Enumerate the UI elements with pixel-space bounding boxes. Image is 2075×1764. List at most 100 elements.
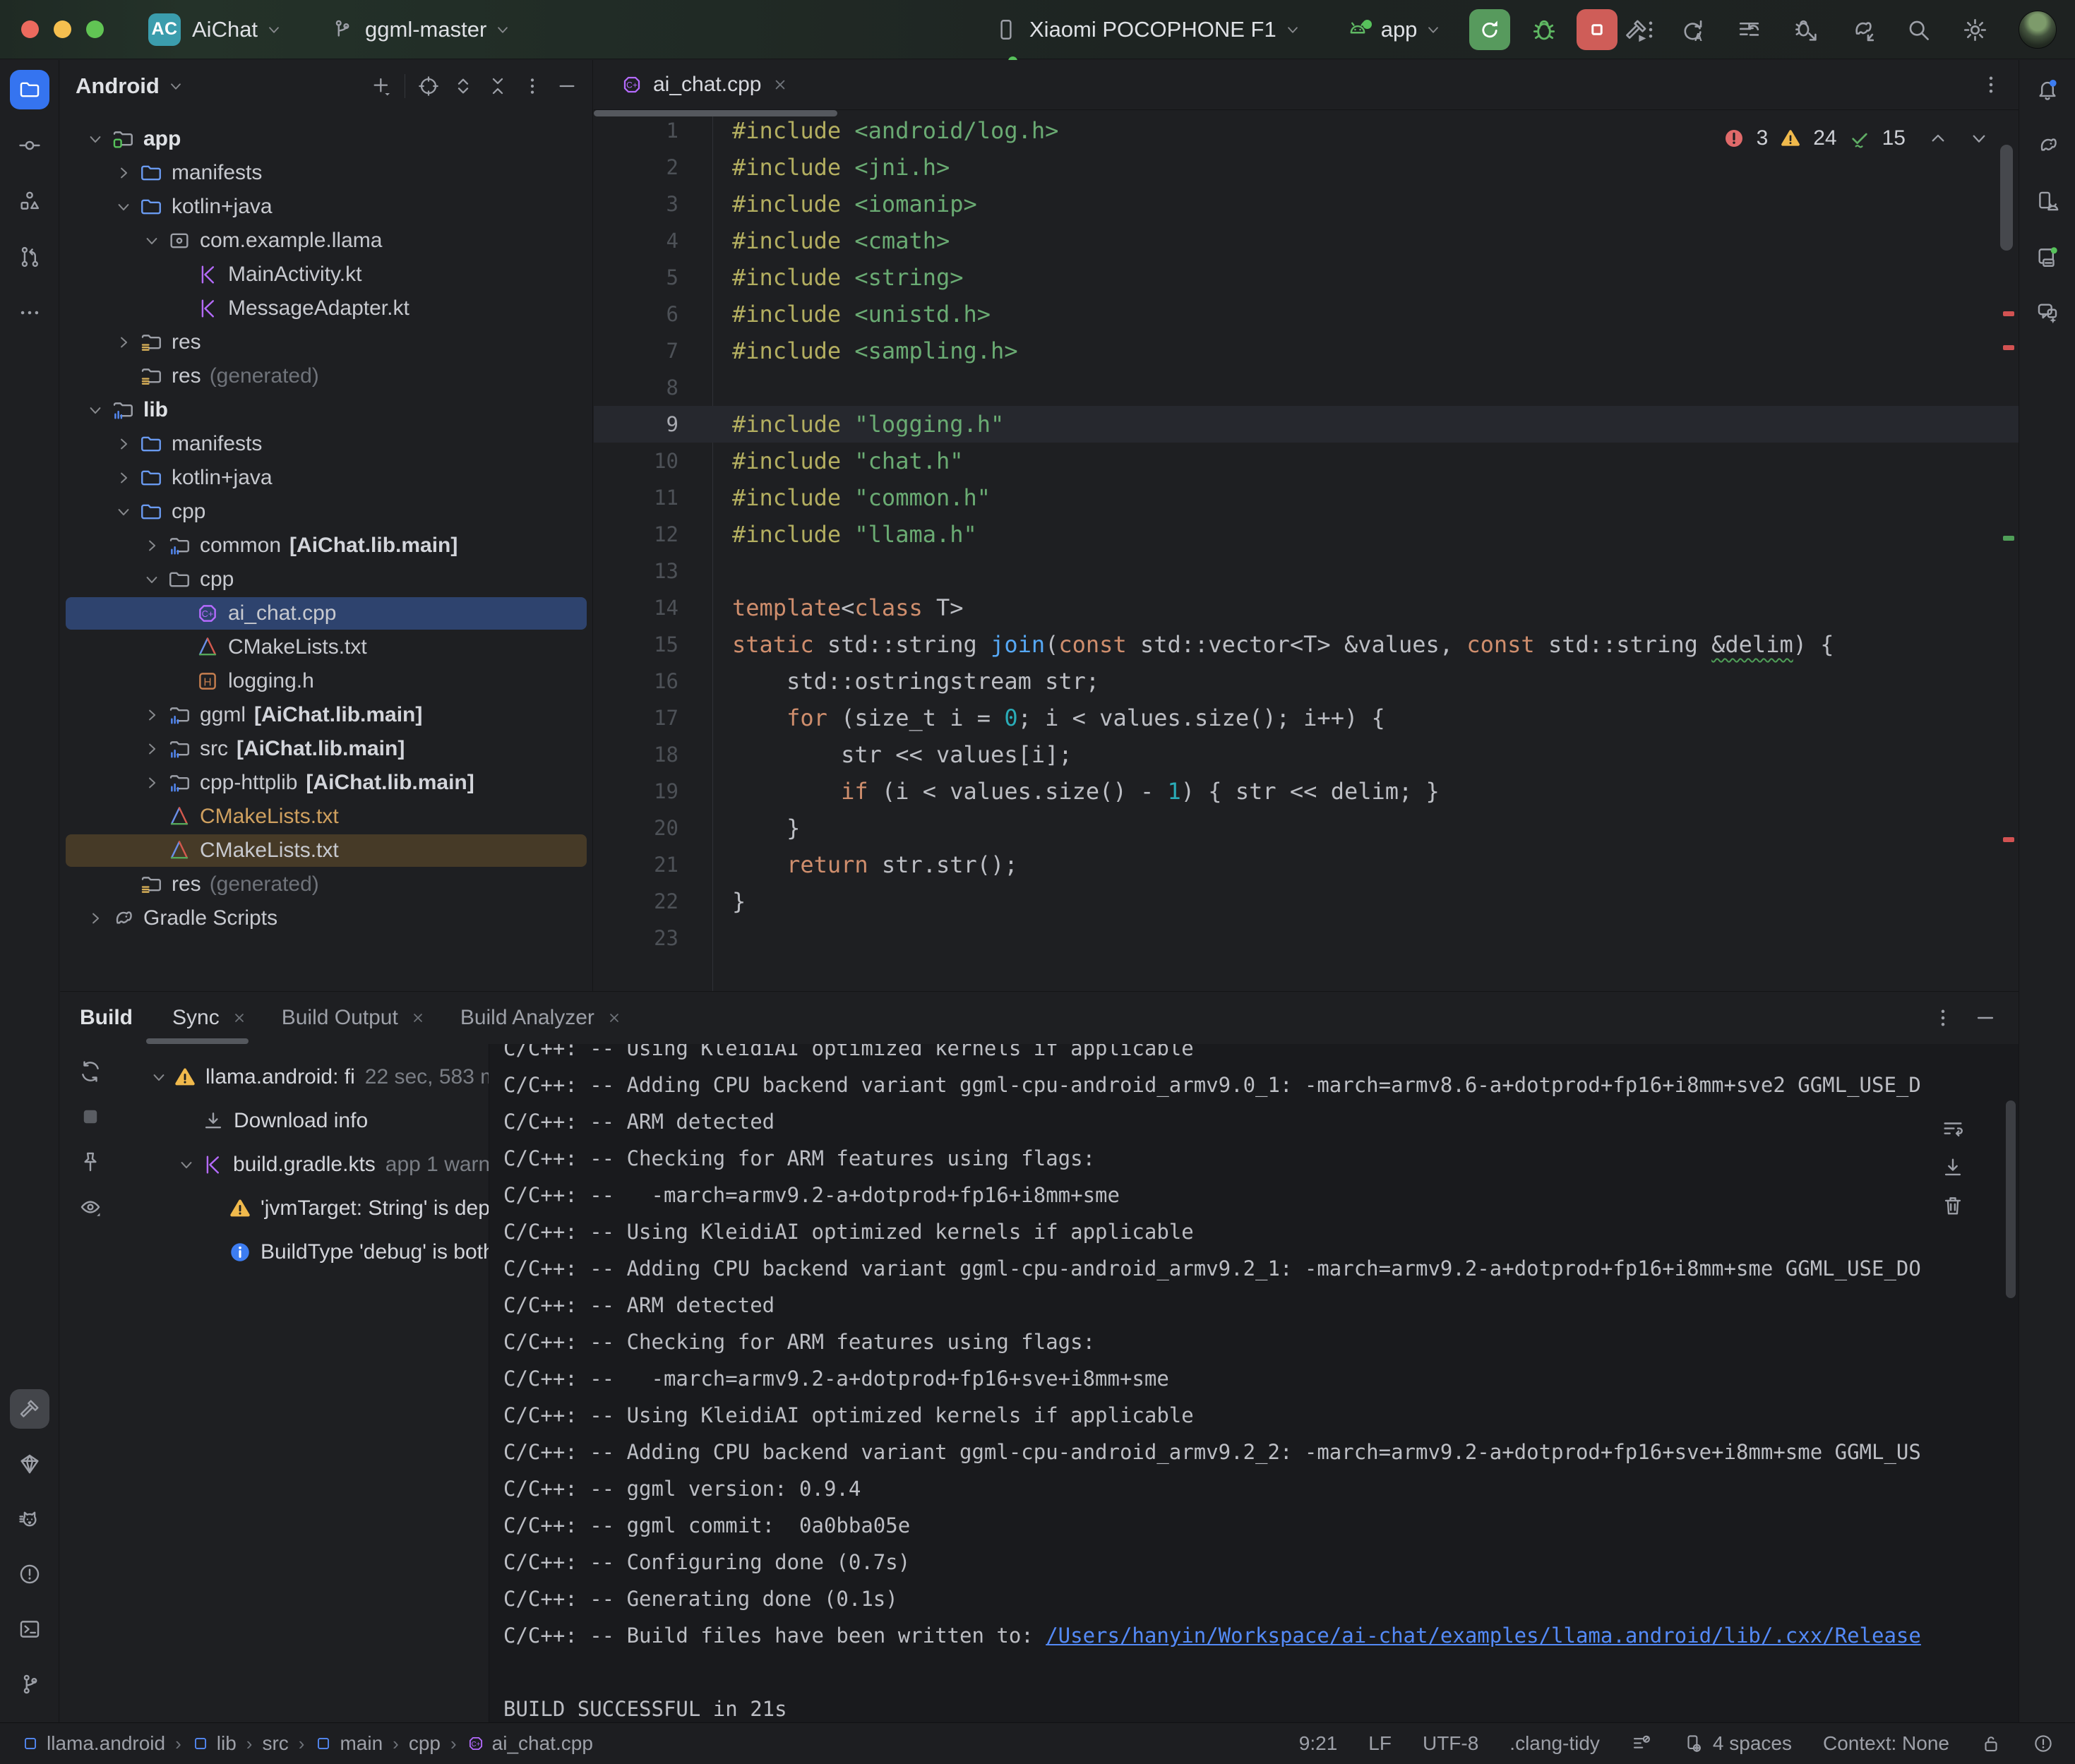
code-line-20[interactable]: 20 }	[594, 810, 2019, 846]
window-close-button[interactable]	[21, 20, 39, 38]
chevron-down-icon[interactable]	[177, 1155, 196, 1175]
tool-project-folder[interactable]	[10, 70, 49, 109]
tool-gradle-elephant[interactable]	[2028, 126, 2067, 165]
build-tab-build-analyzer[interactable]: Build Analyzer	[460, 1006, 623, 1030]
more-kebab-button[interactable]	[521, 75, 544, 97]
code-line-7[interactable]: 7#include <sampling.h>	[594, 332, 2019, 369]
tab-ai-chat-cpp[interactable]: C+ ai_chat.cpp	[608, 60, 802, 109]
breadcrumb-llama-android[interactable]: llama.android	[21, 1732, 165, 1755]
hide-minus-button[interactable]	[556, 75, 578, 97]
code-line-6[interactable]: 6#include <unistd.h>	[594, 296, 2019, 332]
tool-version-control[interactable]	[10, 1664, 49, 1704]
chevron-right-icon[interactable]	[142, 536, 162, 556]
run-configuration-selector[interactable]: app	[1346, 17, 1443, 42]
tool-app-quality-insights[interactable]	[10, 1444, 49, 1484]
code-line-17[interactable]: 17 for (size_t i = 0; i < values.size();…	[594, 700, 2019, 736]
build-hammer-run-button[interactable]	[1623, 17, 1649, 43]
chevron-right-icon[interactable]	[142, 739, 162, 759]
window-minimize-button[interactable]	[54, 20, 71, 38]
user-avatar[interactable]	[2019, 11, 2057, 49]
status-problems-small[interactable]	[2033, 1733, 2054, 1754]
next-problem-icon[interactable]	[1968, 127, 1990, 150]
console-scrollbar-thumb[interactable]	[2006, 1100, 2016, 1298]
tree-item-cpp[interactable]: cpp	[60, 563, 592, 596]
tree-item-gradle-scripts[interactable]: Gradle Scripts	[60, 901, 592, 935]
chevron-down-icon[interactable]	[142, 570, 162, 589]
chevron-down-icon[interactable]	[114, 502, 133, 522]
chevron-right-icon[interactable]	[114, 332, 133, 352]
code-line-16[interactable]: 16 std::ostringstream str;	[594, 663, 2019, 700]
device-selector[interactable]: Xiaomi POCOPHONE F1	[994, 17, 1302, 42]
breadcrumb-cpp[interactable]: cpp	[409, 1732, 441, 1755]
editor-scrollbar-thumb[interactable]	[2000, 145, 2013, 251]
build-tree-item[interactable]: build.gradle.ktsapp 1 warning	[121, 1143, 489, 1187]
chevron-down-icon[interactable]	[85, 400, 105, 420]
close-icon[interactable]	[771, 76, 789, 94]
window-zoom-button[interactable]	[86, 20, 104, 38]
chevron-right-icon[interactable]	[85, 908, 105, 928]
code-line-11[interactable]: 11#include "common.h"	[594, 479, 2019, 516]
status-9-21[interactable]: 9:21	[1299, 1732, 1338, 1755]
sync-gradle-button[interactable]	[1849, 17, 1875, 43]
code-line-5[interactable]: 5#include <string>	[594, 259, 2019, 296]
tool-logcat[interactable]	[10, 1499, 49, 1539]
close-icon[interactable]	[409, 1009, 426, 1026]
error-stripe-mark[interactable]	[2003, 311, 2014, 316]
tree-item-cmakelists-txt[interactable]: CMakeLists.txt	[60, 834, 592, 868]
tree-item-kotlin-java[interactable]: kotlin+java	[60, 461, 592, 495]
tool-structure[interactable]	[10, 181, 49, 221]
tree-item-cpp-httplib[interactable]: cpp-httplib[AiChat.lib.main]	[60, 766, 592, 800]
code-line-2[interactable]: 2#include <jni.h>	[594, 149, 2019, 186]
collapse-all-button[interactable]	[486, 75, 509, 97]
breadcrumb-main[interactable]: main	[314, 1732, 383, 1755]
chevron-right-icon[interactable]	[142, 705, 162, 725]
code-line-21[interactable]: 21 return str.str();	[594, 846, 2019, 883]
close-icon[interactable]	[231, 1009, 248, 1026]
build-output-path-link[interactable]: /Users/hanyin/Workspace/ai-chat/examples…	[1046, 1624, 1921, 1648]
tree-item-ggml[interactable]: ggml[AiChat.lib.main]	[60, 698, 592, 732]
restart-activity-button[interactable]: A	[1680, 17, 1706, 43]
tree-item-app[interactable]: app	[60, 122, 592, 156]
expand-all-button[interactable]	[452, 75, 474, 97]
chevron-right-icon[interactable]	[114, 163, 133, 183]
tree-item-res[interactable]: res	[60, 325, 592, 359]
project-selector[interactable]: AC AiChat	[148, 13, 283, 46]
status--clang-tidy[interactable]: .clang-tidy	[1509, 1732, 1600, 1755]
build-console[interactable]: C/C++: -- Using KleidiAI optimized kerne…	[489, 1044, 2019, 1722]
code-line-23[interactable]: 23	[594, 920, 2019, 956]
code-line-22[interactable]: 22}	[594, 883, 2019, 920]
code-line-4[interactable]: 4#include <cmath>	[594, 222, 2019, 259]
attach-debugger-button[interactable]	[1793, 17, 1819, 43]
tree-item-kotlin-java[interactable]: kotlin+java	[60, 190, 592, 224]
tree-item-cpp[interactable]: cpp	[60, 495, 592, 529]
tree-item-res[interactable]: res(generated)	[60, 868, 592, 901]
tree-item-com-example-llama[interactable]: com.example.llama	[60, 224, 592, 258]
code-line-15[interactable]: 15static std::string join(const std::vec…	[594, 626, 2019, 663]
tree-item-res[interactable]: res(generated)	[60, 359, 592, 393]
tree-item-cmakelists-txt[interactable]: CMakeLists.txt	[60, 630, 592, 664]
settings-button[interactable]	[1962, 17, 1988, 43]
rerun-button[interactable]	[1469, 9, 1510, 50]
error-stripe-mark[interactable]	[2003, 837, 2014, 842]
soft-wrap-button[interactable]	[1941, 1117, 1965, 1141]
tree-item-src[interactable]: src[AiChat.lib.main]	[60, 732, 592, 766]
code-line-18[interactable]: 18 str << values[i];	[594, 736, 2019, 773]
tree-item-lib[interactable]: lib	[60, 393, 592, 427]
scroll-to-end-button[interactable]	[1941, 1156, 1965, 1180]
chevron-down-icon[interactable]	[149, 1067, 169, 1087]
tool-notifications-bell[interactable]	[2028, 70, 2067, 109]
tree-item-cmakelists-txt[interactable]: CMakeLists.txt	[60, 800, 592, 834]
status-formatter-off[interactable]	[1631, 1733, 1652, 1754]
tree-item-ai-chat-cpp[interactable]: C+ai_chat.cpp	[60, 596, 592, 630]
tool-gemini-chat[interactable]	[2028, 293, 2067, 332]
chevron-down-icon[interactable]	[85, 129, 105, 149]
tree-item-manifests[interactable]: manifests	[60, 156, 592, 190]
breadcrumb-ai-chat-cpp[interactable]: C+ai_chat.cpp	[467, 1732, 593, 1755]
add-button[interactable]	[370, 75, 393, 97]
build-tab-build-output[interactable]: Build Output	[282, 1006, 426, 1030]
editor-options-button[interactable]	[1979, 73, 2003, 97]
code-line-12[interactable]: 12#include "llama.h"	[594, 516, 2019, 553]
chevron-down-icon[interactable]	[114, 197, 133, 217]
code-line-19[interactable]: 19 if (i < values.size() - 1) { str << d…	[594, 773, 2019, 810]
search-button[interactable]	[1906, 17, 1932, 43]
